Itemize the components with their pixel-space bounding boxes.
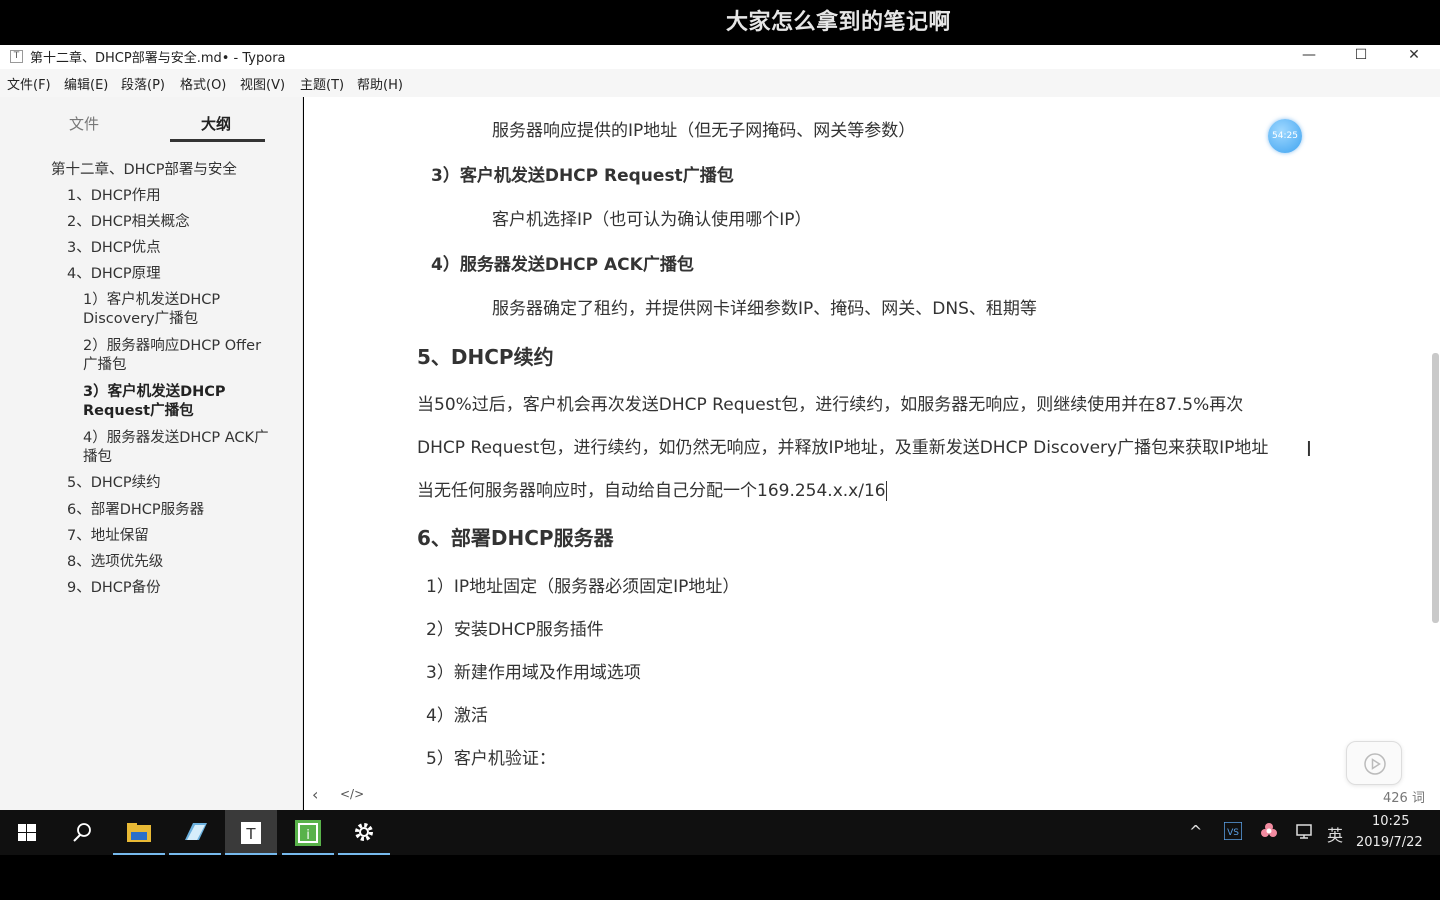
deploy-step-3: 3）新建作用域及作用域选项 xyxy=(426,663,641,683)
windows-taskbar: T i ^ VS 英 10:25 2019/7/22 xyxy=(0,810,1440,855)
menu-paragraph[interactable]: 段落(P) xyxy=(121,74,165,93)
taskbar-green-app[interactable]: i xyxy=(282,810,334,855)
typora-app-icon: T xyxy=(10,50,23,63)
search-button[interactable] xyxy=(56,810,108,855)
menu-help[interactable]: 帮助(H) xyxy=(357,74,403,93)
outline-item-dhcp-concepts[interactable]: 2、DHCP相关概念 xyxy=(67,213,190,232)
banner-comment: 大家怎么拿到的笔记啊 xyxy=(726,10,952,35)
outline-item-backup[interactable]: 9、DHCP备份 xyxy=(67,579,161,598)
menu-view[interactable]: 视图(V) xyxy=(240,74,285,93)
taskbar-typora[interactable]: T xyxy=(225,810,277,855)
floating-play-button[interactable] xyxy=(1346,741,1402,785)
svg-text:T: T xyxy=(245,825,256,843)
heading-ack: 4）服务器发送DHCP ACK广播包 xyxy=(431,255,694,275)
heading-renewal: 5、DHCP续约 xyxy=(417,345,554,369)
outline-item-deploy[interactable]: 6、部署DHCP服务器 xyxy=(67,501,204,520)
minimize-button[interactable]: — xyxy=(1284,45,1334,69)
green-app-icon: i xyxy=(295,820,321,846)
svg-text:VS: VS xyxy=(1227,828,1239,838)
taskbar-notepad-app[interactable] xyxy=(169,810,221,855)
tray-vs-icon[interactable]: VS xyxy=(1223,821,1243,844)
ime-indicator[interactable]: 英 xyxy=(1327,822,1343,846)
ibeam-cursor-icon: I xyxy=(1306,437,1312,461)
renewal-paragraph-line2: DHCP Request包，进行续约，如仍然无响应，并释放IP地址，及重新发送D… xyxy=(417,438,1269,458)
tray-flower-icon[interactable] xyxy=(1260,822,1278,844)
renewal-paragraph-line1: 当50%过后，客户机会再次发送DHCP Request包，进行续约，如服务器无响… xyxy=(417,395,1244,415)
window-titlebar: T 第十二章、DHCP部署与安全.md• - Typora — ☐ ✕ xyxy=(0,45,1440,69)
ack-description: 服务器确定了租约，并提供网卡详细参数IP、掩码、网关、DNS、租期等 xyxy=(492,299,1037,319)
outline-item-chapter[interactable]: 第十二章、DHCP部署与安全 xyxy=(51,161,237,180)
menu-file[interactable]: 文件(F) xyxy=(7,74,51,93)
maximize-button[interactable]: ☐ xyxy=(1336,45,1386,69)
window-title: 第十二章、DHCP部署与安全.md• - Typora xyxy=(30,51,286,66)
offer-description: 服务器响应提供的IP地址（但无子网掩码、网关等参数） xyxy=(492,121,916,141)
word-count[interactable]: 426 词 xyxy=(1383,787,1425,806)
search-icon xyxy=(73,823,91,842)
network-icon xyxy=(1296,824,1312,839)
deploy-step-5: 5）客户机验证： xyxy=(426,749,556,769)
taskbar-settings[interactable] xyxy=(338,810,390,855)
outline-item-offer[interactable]: 2）服务器响应DHCP Offer广播包 xyxy=(83,337,273,375)
tab-files[interactable]: 文件 xyxy=(69,113,99,134)
vs-icon: VS xyxy=(1223,821,1243,841)
tab-outline[interactable]: 大纲 xyxy=(201,113,231,134)
video-overlay-banner: 大家怎么拿到的笔记啊 xyxy=(0,0,1440,45)
toggle-sidebar-icon[interactable]: ‹ xyxy=(312,785,318,804)
letterbox-bottom xyxy=(0,855,1440,900)
svg-text:i: i xyxy=(306,828,310,843)
request-description: 客户机选择IP（也可认为确认使用哪个IP） xyxy=(492,210,812,230)
outline-item-discovery[interactable]: 1）客户机发送DHCP Discovery广播包 xyxy=(83,291,253,329)
typora-icon: T xyxy=(241,822,261,844)
play-icon xyxy=(1364,753,1386,775)
renewal-paragraph-line3: 当无任何服务器响应时，自动给自己分配一个169.254.x.x/16 xyxy=(417,476,887,501)
heading-request: 3）客户机发送DHCP Request广播包 xyxy=(431,166,734,186)
heading-deploy: 6、部署DHCP服务器 xyxy=(417,526,614,550)
editor-pane[interactable]: 服务器响应提供的IP地址（但无子网掩码、网关等参数） 3）客户机发送DHCP R… xyxy=(304,97,1440,810)
tray-overflow-chevron-icon[interactable]: ^ xyxy=(1189,822,1202,841)
deploy-step-1: 1）IP地址固定（服务器必须固定IP地址） xyxy=(426,577,740,597)
clock-date[interactable]: 2019/7/22 xyxy=(1356,835,1423,850)
outline-item-option-priority[interactable]: 8、选项优先级 xyxy=(67,553,163,572)
source-code-mode-icon[interactable]: </> xyxy=(340,787,364,801)
active-tab-indicator xyxy=(170,139,265,142)
editor-status-bar: ‹ </> 426 词 xyxy=(304,781,1440,810)
gear-icon xyxy=(355,823,373,841)
sidebar: 文件 大纲 第十二章、DHCP部署与安全 1、DHCP作用 2、DHCP相关概念… xyxy=(0,97,303,810)
flower-icon xyxy=(1261,823,1277,837)
outline-item-request[interactable]: 3）客户机发送DHCP Request广播包 xyxy=(83,383,248,421)
menu-edit[interactable]: 编辑(E) xyxy=(64,74,108,93)
outline-item-dhcp-principle[interactable]: 4、DHCP原理 xyxy=(67,265,161,284)
outline-item-ack[interactable]: 4）服务器发送DHCP ACK广播包 xyxy=(83,429,283,467)
floating-timer-badge[interactable]: 54:25 xyxy=(1268,119,1302,153)
renewal-paragraph-text: 当无任何服务器响应时，自动给自己分配一个169.254.x.x/16 xyxy=(417,481,886,501)
outline-item-renewal[interactable]: 5、DHCP续约 xyxy=(67,474,161,493)
deploy-step-2: 2）安装DHCP服务插件 xyxy=(426,620,604,640)
deploy-step-4: 4）激活 xyxy=(426,706,488,726)
menu-format[interactable]: 格式(O) xyxy=(180,74,226,93)
folder-icon xyxy=(127,823,151,842)
outline-item-reservation[interactable]: 7、地址保留 xyxy=(67,527,149,546)
outline-item-dhcp-role[interactable]: 1、DHCP作用 xyxy=(67,187,161,206)
tray-network-icon[interactable] xyxy=(1295,822,1315,844)
clock-time[interactable]: 10:25 xyxy=(1372,814,1409,829)
notebook-icon xyxy=(185,823,207,840)
outline-item-dhcp-advantages[interactable]: 3、DHCP优点 xyxy=(67,239,161,258)
windows-logo-icon xyxy=(18,824,36,841)
scrollbar-thumb[interactable] xyxy=(1432,353,1439,623)
close-button[interactable]: ✕ xyxy=(1389,45,1439,69)
taskbar-file-explorer[interactable] xyxy=(113,810,165,855)
menu-bar: 文件(F) 编辑(E) 段落(P) 格式(O) 视图(V) 主题(T) 帮助(H… xyxy=(0,69,1440,97)
menu-theme[interactable]: 主题(T) xyxy=(300,74,344,93)
text-caret xyxy=(885,481,887,501)
start-button[interactable] xyxy=(0,810,52,855)
